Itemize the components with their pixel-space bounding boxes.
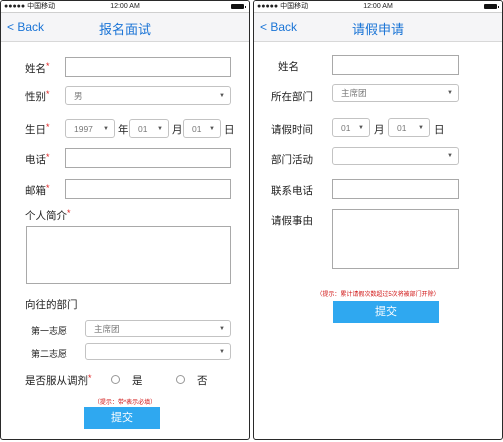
chevron-down-icon: ▼ — [447, 90, 453, 96]
gender-label: 性别* — [25, 89, 50, 103]
leave-request-phone-screen: ●●●●● 中国移动 12:00 AM < Back 请假申请 姓名 所在部门 … — [253, 0, 503, 440]
adjust-label: 是否服从调剂* — [25, 373, 92, 387]
chevron-down-icon: ▼ — [358, 124, 364, 131]
dept-select[interactable]: 主席团 ▼ — [332, 84, 459, 102]
birth-day-select[interactable]: 01 ▼ — [183, 119, 221, 138]
leave-day-select[interactable]: 01 ▼ — [388, 118, 430, 137]
birth-month-value: 01 — [138, 123, 148, 134]
battery-icon — [484, 4, 499, 9]
birth-month-select[interactable]: 01 ▼ — [129, 119, 169, 138]
name-label: 姓名 — [278, 61, 299, 73]
first-choice-value: 主席团 — [94, 323, 120, 334]
intro-textarea[interactable] — [26, 226, 231, 284]
second-choice-select[interactable]: ▼ — [85, 343, 231, 360]
gender-select[interactable]: 男 ▼ — [65, 86, 231, 105]
name-input[interactable] — [332, 55, 459, 75]
nav-bar: < Back 报名面试 — [1, 13, 249, 42]
day-unit: 日 — [434, 124, 445, 136]
clock: 12:00 AM — [363, 3, 393, 10]
leave-month-value: 01 — [341, 122, 351, 133]
leave-month-select[interactable]: 01 ▼ — [332, 118, 370, 137]
adjust-no-label: 否 — [197, 375, 208, 387]
clock: 12:00 AM — [110, 3, 140, 10]
first-choice-select[interactable]: 主席团 ▼ — [85, 320, 231, 337]
leave-time-label: 请假时间 — [271, 124, 313, 136]
chevron-down-icon: ▼ — [219, 325, 225, 332]
activity-label: 部门活动 — [271, 154, 313, 166]
name-label: 姓名* — [25, 61, 50, 75]
submit-button[interactable]: 提交 — [84, 407, 160, 429]
leave-day-value: 01 — [397, 122, 407, 133]
page-title: 请假申请 — [351, 22, 404, 37]
chevron-down-icon: ▼ — [103, 125, 109, 132]
day-unit: 日 — [224, 124, 235, 136]
adjust-yes-label: 是 — [132, 375, 143, 387]
email-label: 邮箱* — [25, 183, 50, 197]
chevron-down-icon: ▼ — [447, 153, 453, 159]
dept-value: 主席团 — [341, 88, 367, 98]
dept-section-title: 向往的部门 — [25, 299, 78, 311]
page-title: 报名面试 — [98, 22, 151, 37]
month-unit: 月 — [374, 124, 385, 136]
first-choice-label: 第一志愿 — [31, 326, 68, 336]
status-bar: ●●●●● 中国移动 12:00 AM — [1, 1, 249, 13]
birthday-label: 生日* — [25, 122, 50, 136]
second-choice-label: 第二志愿 — [31, 349, 68, 359]
email-input[interactable] — [65, 179, 231, 199]
status-bar: ●●●●● 中国移动 12:00 AM — [254, 1, 502, 13]
birth-year-value: 1997 — [74, 123, 93, 134]
hint-text: （提示：带*表示必填） — [93, 400, 157, 406]
reason-label: 请假事由 — [271, 215, 313, 227]
chevron-down-icon: ▼ — [219, 92, 225, 99]
hint-text: （提示：累计请假次数超过5次将被部门开除） — [316, 292, 440, 298]
month-unit: 月 — [172, 124, 183, 136]
adjust-yes-radio[interactable] — [111, 375, 120, 384]
chevron-down-icon: ▼ — [209, 125, 215, 132]
signup-phone-screen: ●●●●● 中国移动 12:00 AM < Back 报名面试 姓名* 性别* … — [0, 0, 250, 440]
phone-label: 电话* — [25, 152, 50, 166]
year-unit: 年 — [118, 124, 129, 136]
submit-button[interactable]: 提交 — [333, 301, 439, 323]
nav-bar: < Back 请假申请 — [254, 13, 502, 42]
battery-icon — [231, 4, 246, 9]
chevron-down-icon: ▼ — [418, 124, 424, 131]
activity-select[interactable]: ▼ — [332, 147, 459, 165]
name-input[interactable] — [65, 57, 231, 77]
phone-input[interactable] — [65, 148, 231, 168]
contact-label: 联系电话 — [271, 185, 313, 197]
birth-day-value: 01 — [192, 123, 202, 134]
intro-label: 个人简介* — [25, 208, 71, 222]
chevron-down-icon: ▼ — [219, 348, 225, 355]
birth-year-select[interactable]: 1997 ▼ — [65, 119, 115, 138]
gender-value: 男 — [74, 90, 83, 101]
dept-label: 所在部门 — [271, 91, 313, 103]
chevron-down-icon: ▼ — [157, 125, 163, 132]
contact-input[interactable] — [332, 179, 459, 199]
adjust-no-radio[interactable] — [176, 375, 185, 384]
reason-textarea[interactable] — [332, 209, 459, 269]
